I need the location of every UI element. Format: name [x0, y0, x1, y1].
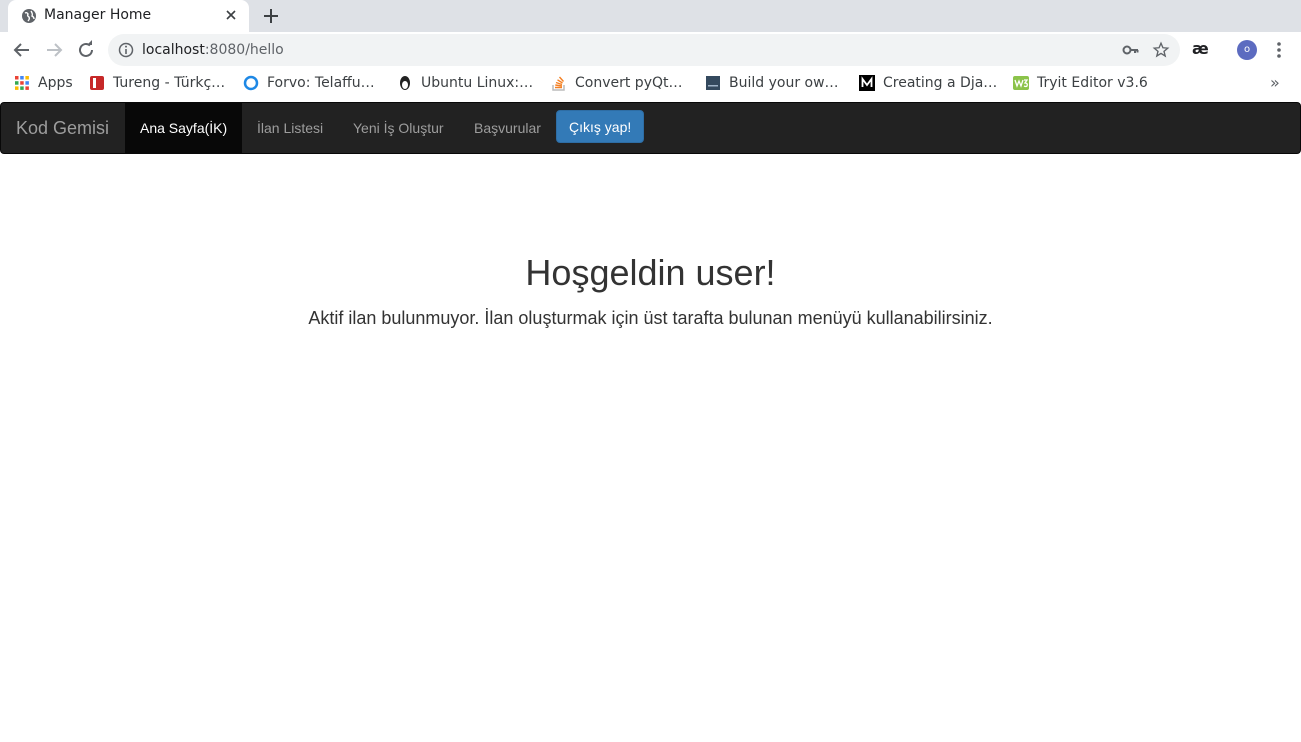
- bookmarks-bar: Apps Tureng - Türkç… Forvo: Telaffu… Ubu…: [0, 68, 1301, 98]
- bookmark-label: Convert pyQt…: [575, 75, 683, 91]
- star-icon[interactable]: [1152, 41, 1170, 59]
- bookmark-label: Tryit Editor v3.6: [1037, 75, 1148, 91]
- address-bar[interactable]: localhost:8080/hello: [108, 34, 1180, 66]
- bookmark-build-your-own[interactable]: Build your ow…: [705, 74, 839, 92]
- browser-toolbar: localhost:8080/hello æ o: [0, 32, 1301, 68]
- url-path: :8080/hello: [204, 42, 284, 58]
- back-arrow-icon[interactable]: [10, 38, 34, 62]
- globe-icon: [22, 9, 36, 23]
- nav-item-basvurular[interactable]: Başvurular: [459, 103, 556, 153]
- nav-item-ana-sayfa[interactable]: Ana Sayfa(İK): [125, 103, 243, 153]
- tab-strip: Manager Home: [0, 0, 1301, 32]
- tureng-icon: [90, 76, 104, 90]
- browser-tab[interactable]: Manager Home: [8, 0, 249, 32]
- apps-grid-icon: [15, 76, 29, 90]
- medium-icon: [859, 75, 875, 91]
- bookmarks-overflow-button[interactable]: »: [1270, 73, 1280, 92]
- menu-dots-icon[interactable]: [1270, 39, 1288, 61]
- empty-state-message: Aktif ilan bulunmuyor. İlan oluşturmak i…: [308, 308, 993, 328]
- w3schools-icon: [1013, 76, 1029, 90]
- key-icon[interactable]: [1122, 42, 1140, 58]
- bookmark-tryit-editor[interactable]: Tryit Editor v3.6: [1013, 74, 1148, 92]
- bookmark-creating-django[interactable]: Creating a Dja…: [859, 74, 997, 92]
- bookmark-label: Apps: [38, 75, 73, 91]
- logout-button[interactable]: Çıkış yap!: [556, 110, 645, 143]
- bookmark-ubuntu[interactable]: Ubuntu Linux:…: [397, 74, 533, 92]
- nav-item-ilan-listesi[interactable]: İlan Listesi: [242, 103, 338, 153]
- bookmark-label: Ubuntu Linux:…: [421, 75, 534, 91]
- ubuntu-icon: [400, 76, 410, 90]
- site-navbar: Kod Gemisi Ana Sayfa(İK) İlan Listesi Ye…: [0, 102, 1301, 154]
- bookmark-forvo[interactable]: Forvo: Telaffu…: [243, 74, 375, 92]
- main-content: Hoşgeldin user! Aktif ilan bulunmuyor. İ…: [0, 154, 1301, 329]
- forward-arrow-icon[interactable]: [42, 38, 66, 62]
- extension-icon[interactable]: æ: [1192, 39, 1209, 58]
- forvo-icon: [243, 75, 259, 91]
- new-tab-icon[interactable]: [259, 4, 283, 28]
- bookmark-label: Build your ow…: [729, 75, 839, 91]
- stackoverflow-icon: [552, 76, 565, 91]
- tab-title: Manager Home: [44, 7, 152, 23]
- url-text[interactable]: localhost:8080/hello: [142, 42, 284, 58]
- close-icon[interactable]: [223, 7, 239, 23]
- bookmark-convert-pyqt[interactable]: Convert pyQt…: [551, 74, 683, 92]
- url-host: localhost: [142, 42, 205, 58]
- navbar-brand[interactable]: Kod Gemisi: [16, 118, 109, 139]
- welcome-heading: Hoşgeldin user!: [525, 252, 776, 293]
- reload-icon[interactable]: [74, 38, 98, 62]
- bookmark-apps[interactable]: Apps: [14, 74, 73, 92]
- book-icon: [706, 76, 720, 90]
- profile-avatar[interactable]: o: [1237, 40, 1257, 60]
- bookmark-label: Forvo: Telaffu…: [267, 75, 375, 91]
- bookmark-label: Tureng - Türkç…: [113, 75, 226, 91]
- bookmark-tureng[interactable]: Tureng - Türkç…: [89, 74, 225, 92]
- info-icon[interactable]: [118, 42, 134, 58]
- nav-item-yeni-is-olustur[interactable]: Yeni İş Oluştur: [338, 103, 459, 153]
- bookmark-label: Creating a Dja…: [883, 75, 998, 91]
